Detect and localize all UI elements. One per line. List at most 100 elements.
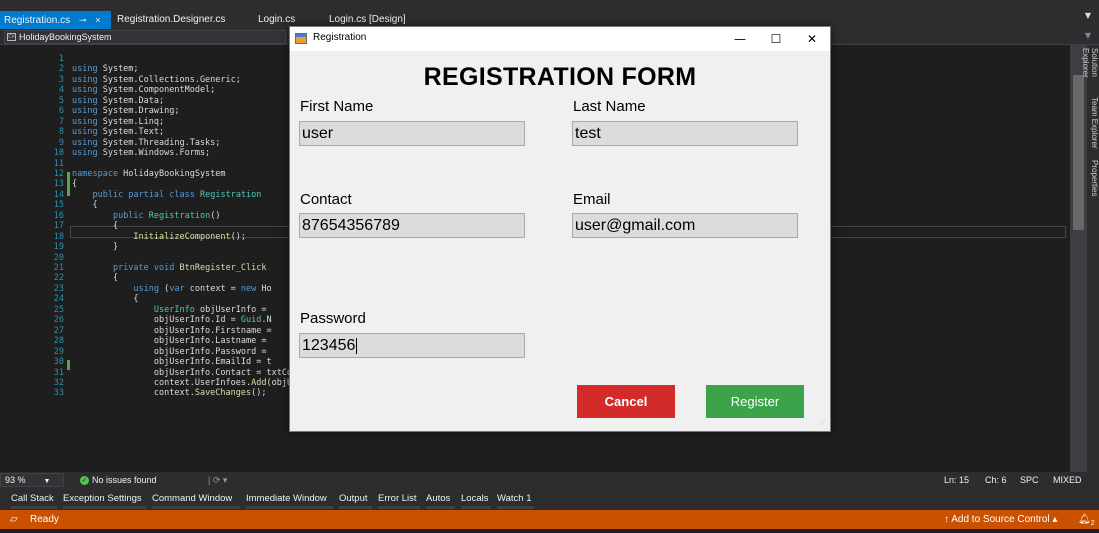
line-number: 4 bbox=[58, 85, 64, 96]
tab-immediate-window[interactable]: Immediate Window bbox=[246, 493, 327, 504]
minimize-button[interactable]: — bbox=[726, 29, 754, 49]
code-line[interactable]: } bbox=[72, 242, 118, 252]
filter-icon[interactable]: | ⟳ ▾ bbox=[208, 472, 227, 488]
add-to-source-control[interactable]: ↑ Add to Source Control ▴ bbox=[944, 510, 1057, 529]
chevron-down-icon: ▼ bbox=[43, 478, 51, 485]
cancel-button[interactable]: Cancel bbox=[577, 385, 675, 418]
tab-call-stack[interactable]: Call Stack bbox=[11, 493, 54, 504]
tab-label: Login.cs [Design] bbox=[329, 14, 406, 25]
pin-icon[interactable]: ⊸ bbox=[79, 15, 87, 25]
code-line[interactable]: using System.Text; bbox=[72, 127, 164, 137]
register-button[interactable]: Register bbox=[706, 385, 804, 418]
line-number: 28 bbox=[53, 336, 64, 347]
code-line[interactable]: using System.Drawing; bbox=[72, 106, 179, 116]
tab-registration-designer-cs[interactable]: Registration.Designer.cs bbox=[113, 11, 225, 29]
maximize-button[interactable]: ☐ bbox=[762, 29, 790, 49]
line-number: 15 bbox=[53, 200, 64, 211]
code-line[interactable]: { bbox=[72, 200, 97, 210]
line-number: 27 bbox=[53, 325, 64, 336]
registration-window: Registration — ☐ ✕ REGISTRATION FORM Fir… bbox=[289, 26, 831, 432]
line-number: 22 bbox=[53, 273, 64, 284]
line-number: 16 bbox=[53, 210, 64, 221]
scrollbar-thumb[interactable] bbox=[1073, 75, 1084, 230]
indent-mode[interactable]: SPC bbox=[1020, 472, 1039, 488]
code-line[interactable]: objUserInfo.Id = Guid.N bbox=[72, 315, 272, 325]
contact-value: 87654356789 bbox=[302, 217, 400, 234]
tab-output[interactable]: Output bbox=[339, 493, 368, 504]
notifications-icon[interactable]: 🔔︎2 bbox=[1078, 510, 1095, 533]
tab-underline bbox=[461, 506, 491, 509]
side-tab-team-explorer[interactable]: Team Explorer bbox=[1090, 97, 1099, 149]
code-line[interactable]: objUserInfo.Password = bbox=[72, 347, 267, 357]
line-number: 29 bbox=[53, 346, 64, 357]
tab-watch-1[interactable]: Watch 1 bbox=[497, 493, 532, 504]
contact-field[interactable]: 87654356789 bbox=[299, 213, 525, 238]
tab-autos[interactable]: Autos bbox=[426, 493, 450, 504]
code-line[interactable]: namespace HolidayBookingSystem bbox=[72, 169, 226, 179]
side-tab-solution-explorer[interactable]: Solution Explorer bbox=[1081, 48, 1099, 96]
line-number: 26 bbox=[53, 315, 64, 326]
code-line[interactable]: using (var context = new Ho bbox=[72, 284, 271, 294]
last-name-field[interactable]: test bbox=[572, 121, 798, 146]
line-number: Ln: 15 bbox=[944, 475, 970, 485]
line-number: 17 bbox=[53, 221, 64, 232]
code-line[interactable]: using System.Collections.Generic; bbox=[72, 75, 241, 85]
code-line[interactable]: using System.Windows.Forms; bbox=[72, 148, 210, 158]
line-number: 9 bbox=[58, 137, 64, 148]
code-line[interactable]: using System.Threading.Tasks; bbox=[72, 138, 220, 148]
zoom-value: 93 % bbox=[5, 475, 26, 485]
zoom-dropdown[interactable]: 93 % ▼ bbox=[0, 473, 64, 487]
code-line[interactable]: objUserInfo.EmailId = t bbox=[72, 357, 272, 367]
code-line[interactable]: { bbox=[72, 273, 118, 283]
tab-command-window[interactable]: Command Window bbox=[152, 493, 232, 504]
code-line[interactable]: { bbox=[72, 221, 118, 231]
tool-window-tabs: Call Stack Exception Settings Command Wi… bbox=[0, 488, 1099, 510]
close-button[interactable]: ✕ bbox=[798, 29, 826, 49]
issues-indicator[interactable]: ✓ No issues found bbox=[80, 472, 157, 488]
tab-underline bbox=[63, 506, 146, 509]
code-line[interactable]: using System; bbox=[72, 64, 139, 74]
close-icon[interactable]: × bbox=[95, 15, 100, 25]
contact-label: Contact bbox=[300, 191, 352, 208]
code-line[interactable]: UserInfo objUserInfo = bbox=[72, 305, 272, 315]
form-icon bbox=[295, 33, 307, 44]
code-line[interactable]: using System.ComponentModel; bbox=[72, 85, 215, 95]
code-line[interactable]: objUserInfo.Lastname = bbox=[72, 336, 267, 346]
editor-status-row: 93 % ▼ ✓ No issues found | ⟳ ▾ Ln: 15 Ch: … bbox=[0, 472, 1099, 488]
chevron-down-icon[interactable]: ▼ bbox=[1085, 31, 1091, 40]
line-number: 21 bbox=[53, 263, 64, 273]
password-label: Password bbox=[300, 310, 366, 327]
csharp-project-icon: C# bbox=[7, 33, 16, 41]
line-number: 33 bbox=[53, 388, 64, 399]
project-dropdown[interactable]: C# HolidayBookingSystem bbox=[4, 30, 286, 44]
window-titlebar[interactable]: Registration — ☐ ✕ bbox=[290, 27, 830, 51]
email-field[interactable]: user@gmail.com bbox=[572, 213, 798, 238]
code-line[interactable]: { bbox=[72, 294, 138, 304]
tab-exception-settings[interactable]: Exception Settings bbox=[63, 493, 142, 504]
code-line[interactable]: { bbox=[72, 179, 77, 189]
line-endings[interactable]: MIXED bbox=[1053, 472, 1082, 488]
first-name-field[interactable]: user bbox=[299, 121, 525, 146]
line-number: 18 bbox=[53, 231, 64, 242]
code-line[interactable]: public partial class Registration bbox=[72, 190, 261, 200]
form-heading: REGISTRATION FORM bbox=[423, 63, 697, 91]
tab-locals[interactable]: Locals bbox=[461, 493, 488, 504]
tab-underline bbox=[339, 506, 372, 509]
tab-overflow-icon[interactable]: ▼ bbox=[1085, 11, 1091, 20]
form-body: REGISTRATION FORM First Name user Last N… bbox=[290, 51, 830, 431]
notification-count: 2 bbox=[1090, 520, 1095, 527]
code-line[interactable]: public Registration() bbox=[72, 211, 221, 221]
code-line[interactable]: objUserInfo.Firstname = bbox=[72, 326, 272, 336]
code-line[interactable]: using System.Linq; bbox=[72, 117, 164, 127]
tab-registration-cs[interactable]: Registration.cs ⊸ × bbox=[0, 11, 111, 29]
code-line[interactable]: private void BtnRegister_Click bbox=[72, 263, 267, 273]
code-line[interactable]: context.SaveChanges(); bbox=[72, 388, 267, 398]
password-field[interactable]: 123456 bbox=[299, 333, 525, 358]
code-line[interactable]: InitializeComponent(); bbox=[72, 232, 246, 242]
side-tab-properties[interactable]: Properties bbox=[1090, 160, 1099, 202]
tab-error-list[interactable]: Error List bbox=[378, 493, 417, 504]
project-name: HolidayBookingSystem bbox=[19, 32, 112, 42]
line-number: 25 bbox=[53, 304, 64, 315]
resize-grip-icon[interactable]: ⋰ bbox=[820, 420, 828, 429]
code-line[interactable]: using System.Data; bbox=[72, 96, 164, 106]
